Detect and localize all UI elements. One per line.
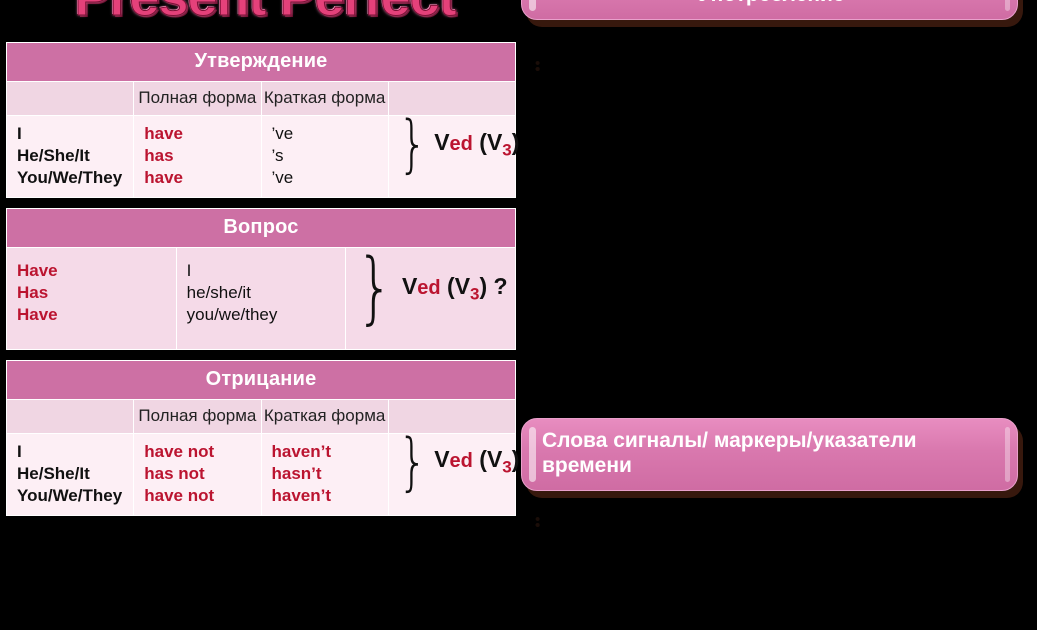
table-negative: Отрицание Полная форма Краткая форма I H… [6,359,520,516]
full-form-3: have not [144,485,215,505]
short-form-1: ’ve [271,124,294,143]
formula-ed: ed [449,132,473,155]
subheader-full-form: Полная форма [133,399,262,434]
cell-formula: } Ved (V3) ? [346,248,516,349]
tables-column: Утверждение Полная форма Краткая форма I… [6,42,520,526]
table-question: Вопрос Have Has Have I he/she/it you/we/… [6,208,516,350]
full-form-2: has [144,146,174,166]
formula-open: (V [479,446,503,473]
time-markers-body-text [533,508,1033,538]
subheader-blank-1 [6,81,135,116]
full-form-1: have [144,124,183,143]
time-markers-title-text: Слова сигналы/ маркеры/указатели времени [542,429,917,477]
table-subheader-row: Полная форма Краткая форма [6,81,516,116]
table-body-row: Have Has Have I he/she/it you/we/they } [6,247,516,350]
table-header-row: Утверждение [6,42,516,82]
table-title-negative: Отрицание [6,360,516,400]
subheader-short-form: Краткая форма [261,399,389,434]
table-body-row: I He/She/It You/We/They have not has not… [6,424,520,516]
cell-full-forms: have not has not have not [133,433,262,516]
aux-1: Have [17,261,58,281]
slide-root: Present Perfect Утверждение Полная форма… [0,0,1037,630]
time-markers-title-box: Слова сигналы/ маркеры/указатели времени [521,418,1018,491]
subject-3: You/We/They [17,168,123,188]
cell-full-forms: have has have [133,115,262,198]
full-form-1: have not [144,441,215,461]
cell-short-forms: ’ve ’s ’ve [261,115,389,198]
formula-ed: ed [417,276,441,299]
subject-2: He/She/It [17,463,90,483]
aux-3: Have [17,305,58,325]
formula-v: V [401,272,418,299]
table-header-row: Вопрос [6,208,516,249]
formula-three: 3 [502,457,512,477]
subject-1: I [17,441,22,461]
formula-three: 3 [502,140,512,160]
formula-open: (V [479,128,503,155]
table-body-row: I He/She/It You/We/They have has have ’v… [6,107,520,198]
subject-1: I [186,261,192,281]
subheader-full-form: Полная форма [133,81,262,116]
subject-3: You/We/They [17,485,123,505]
table-header-row: Отрицание [6,360,516,400]
short-form-3: haven’t [271,485,332,505]
usage-body-text [533,52,1023,82]
usage-title-box: Употребление [521,0,1018,20]
usage-title-text: Употребление [698,0,844,6]
short-form-1: haven’t [271,441,332,461]
subject-3: you/we/they [186,305,278,325]
subheader-short-form: Краткая форма [261,81,389,116]
cell-formula: } Ved (V3) [388,107,520,198]
formula-three: 3 [470,284,480,304]
cell-subjects: I He/She/It You/We/They [6,433,135,516]
table-subheader-row: Полная форма Краткая форма [6,399,516,434]
table-title-affirmative: Утверждение [6,42,516,82]
subject-1: I [17,124,22,143]
short-form-2: hasn’t [271,463,322,483]
formula-ved: Ved (V3) [434,446,519,478]
full-form-3: have [144,168,183,188]
curly-brace-icon: } [356,243,394,334]
cell-formula: } Ved (V3) [388,424,520,515]
cell-auxiliaries: Have Has Have [6,247,177,350]
curly-brace-icon: } [397,107,428,180]
subject-2: he/she/it [186,283,251,303]
table-title-question: Вопрос [6,208,516,249]
subject-2: He/She/It [17,146,90,166]
cell-subjects: I He/She/It You/We/They [6,115,135,198]
cell-short-forms: haven’t hasn’t haven’t [261,433,389,516]
right-panel: Употребление Слова сигналы/ маркеры/указ… [519,0,1031,630]
formula-v: V [434,128,450,155]
formula-suffix: ? [487,272,508,299]
page-title: Present Perfect [40,0,490,28]
short-form-3: ’ve [271,168,294,188]
formula-ved: Ved (V3) [434,129,519,161]
cell-subjects: I he/she/it you/we/they [176,247,347,350]
table-affirmative: Утверждение Полная форма Краткая форма I… [6,42,520,199]
full-form-2: has not [144,463,205,483]
aux-2: Has [17,283,49,303]
formula-open: (V [447,272,471,299]
formula-ved: Ved (V3) ? [402,273,508,305]
subheader-blank-1 [6,399,135,434]
curly-brace-icon: } [397,424,428,498]
formula-ed: ed [449,450,473,473]
short-form-2: ’s [271,146,284,166]
formula-v: V [434,446,450,473]
